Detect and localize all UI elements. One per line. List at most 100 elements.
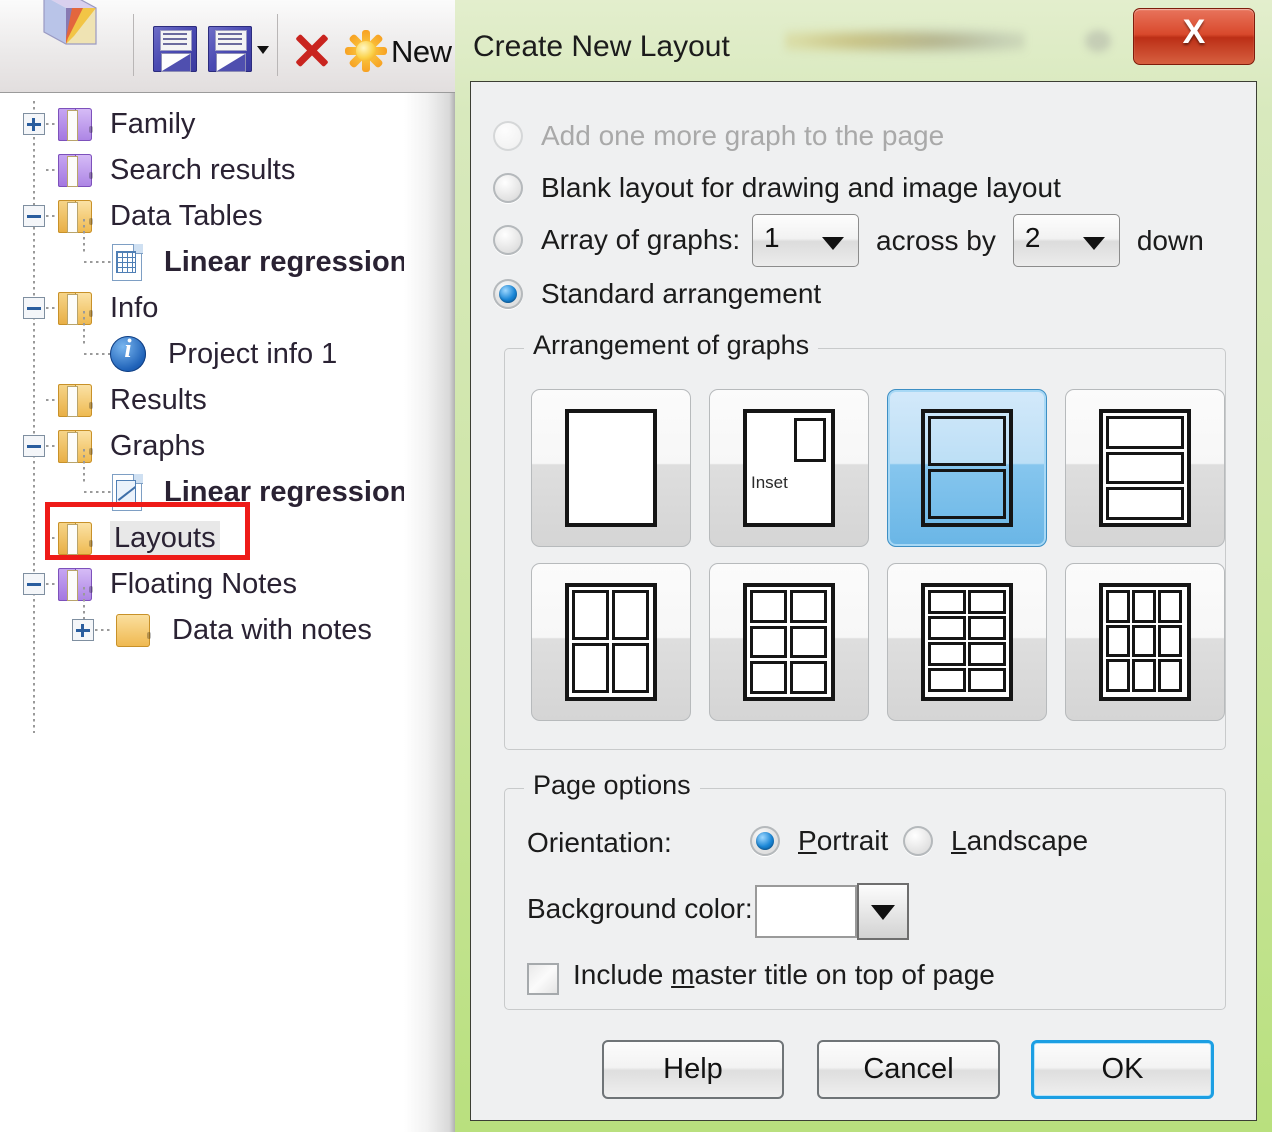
tree-item-label: Data Tables <box>110 199 263 232</box>
down-dropdown[interactable]: 2 <box>1012 214 1120 267</box>
thumb-three-by-three[interactable] <box>1065 563 1225 721</box>
orientation-portrait[interactable]: Portrait <box>750 825 888 857</box>
tree-item-data-with-notes[interactable]: Data with notes <box>0 587 440 653</box>
folder-yellow-icon <box>58 290 96 326</box>
tree-item-results[interactable]: Results <box>0 377 440 423</box>
save-floppy-icon <box>153 26 197 72</box>
tree-item-search-results[interactable]: Search results <box>0 147 440 193</box>
tree-item-label: Linear regression <box>164 475 408 508</box>
thumb-preview <box>565 409 657 527</box>
tree-dash <box>95 629 113 631</box>
background-color-dropdown-button[interactable] <box>857 883 909 940</box>
help-button[interactable]: Help <box>602 1040 784 1099</box>
tree-item-label: Info <box>110 291 159 324</box>
tree-item-label: Layouts <box>110 520 220 556</box>
tree-item-project-info-1[interactable]: Project info 1 <box>0 311 440 377</box>
cancel-button-label: Cancel <box>863 1053 954 1085</box>
tree-item-linear-regression-graph[interactable]: Linear regression <box>0 449 440 515</box>
graph-icon <box>110 473 144 511</box>
thumb-preview <box>921 583 1013 701</box>
new-button[interactable]: New <box>345 10 460 72</box>
thumb-four-by-two[interactable] <box>887 563 1047 721</box>
tree-item-info[interactable]: Info <box>0 285 440 331</box>
master-title-checkbox[interactable] <box>527 963 559 995</box>
tree-guide-line <box>83 311 85 345</box>
expand-plus-icon[interactable] <box>23 113 45 135</box>
create-new-layout-dialog: Create New Layout X Add one more graph t… <box>455 0 1272 1132</box>
radio-blank-layout[interactable] <box>493 173 523 203</box>
radio-standard-arrangement[interactable] <box>493 279 523 309</box>
delete-button[interactable] <box>290 10 340 72</box>
option-label: Standard arrangement <box>541 278 822 309</box>
save-button[interactable] <box>150 10 200 72</box>
prism-cube-svg <box>43 0 97 45</box>
thumb-three-by-two[interactable] <box>709 563 869 721</box>
toolbar-separator-2 <box>277 14 278 76</box>
arrangement-caption: Arrangement of graphs <box>524 330 819 361</box>
collapse-minus-icon[interactable] <box>23 573 45 595</box>
ok-button-label: OK <box>1101 1053 1144 1085</box>
blurred-window-icon <box>1085 30 1111 52</box>
tree-item-label: Project info 1 <box>168 337 338 370</box>
option-add-one-more-graph[interactable]: Add one more graph to the page <box>493 120 944 152</box>
across-by-label: across by <box>876 224 996 256</box>
chevron-down-icon[interactable] <box>257 46 269 54</box>
close-button[interactable]: X <box>1133 8 1255 65</box>
tree-item-graphs[interactable]: Graphs <box>0 423 440 469</box>
background-color-swatch[interactable] <box>755 885 857 938</box>
tree-guide-line <box>83 449 85 483</box>
new-button-label: New <box>391 34 452 69</box>
help-button-label: Help <box>663 1053 723 1085</box>
inset-label: Inset <box>751 473 788 492</box>
radio-array-of-graphs[interactable] <box>493 225 523 255</box>
tree-item-data-tables[interactable]: Data Tables <box>0 193 440 239</box>
portrait-label: ortrait <box>816 825 889 856</box>
thumb-preview: Inset <box>743 409 835 527</box>
tree-dash <box>84 353 112 355</box>
folder-plain-icon <box>116 612 154 648</box>
radio-add-one-more-graph[interactable] <box>493 121 523 151</box>
thumb-single-graph[interactable] <box>531 389 691 547</box>
blurred-window-text <box>785 24 1025 58</box>
tree-item-label: Family <box>110 107 196 140</box>
orientation-label: Orientation: <box>527 827 672 858</box>
orientation-landscape[interactable]: Landscape <box>903 825 1088 857</box>
collapse-minus-icon[interactable] <box>23 435 45 457</box>
thumb-graph-with-inset[interactable]: Inset <box>709 389 869 547</box>
folder-yellow-icon <box>58 520 96 556</box>
tree-item-label: Results <box>110 383 207 416</box>
toolbar: New <box>0 0 462 93</box>
option-array-of-graphs[interactable]: Array of graphs: <box>493 224 740 256</box>
thumb-three-rows[interactable] <box>1065 389 1225 547</box>
tree-item-floating-notes[interactable]: Floating Notes <box>0 561 440 607</box>
save-as-button[interactable] <box>205 10 275 72</box>
tree-item-family[interactable]: Family <box>0 101 440 147</box>
tree-guide-line <box>83 587 85 621</box>
thumb-preview <box>743 583 835 701</box>
thumb-preview <box>565 583 657 701</box>
radio-landscape[interactable] <box>903 826 933 856</box>
project-tree[interactable]: Family Search results Data Tables Linear… <box>0 93 440 1132</box>
tree-item-layouts[interactable]: Layouts <box>0 515 440 561</box>
thumb-two-by-two[interactable] <box>531 563 691 721</box>
expand-plus-icon[interactable] <box>72 619 94 641</box>
folder-yellow-icon <box>58 428 96 464</box>
collapse-minus-icon[interactable] <box>23 297 45 319</box>
dialog-title: Create New Layout <box>473 30 730 63</box>
tree-item-label: Graphs <box>110 429 206 462</box>
background-color-label: Background color: <box>527 893 753 924</box>
tree-item-linear-regression-table[interactable]: Linear regression <box>0 219 440 285</box>
option-blank-layout[interactable]: Blank layout for drawing and image layou… <box>493 172 1061 204</box>
arrangement-group: Arrangement of graphs Inset <box>504 330 1226 750</box>
tree-dash <box>84 491 112 493</box>
ok-button[interactable]: OK <box>1031 1040 1214 1099</box>
thumb-two-rows[interactable] <box>887 389 1047 547</box>
cancel-button[interactable]: Cancel <box>817 1040 1000 1099</box>
data-table-icon <box>110 243 144 281</box>
option-standard-arrangement[interactable]: Standard arrangement <box>493 278 821 310</box>
radio-portrait[interactable] <box>750 826 780 856</box>
collapse-minus-icon[interactable] <box>23 205 45 227</box>
across-dropdown[interactable]: 1 <box>752 214 859 267</box>
thumb-preview <box>1099 409 1191 527</box>
array-size-row: 1 across by 2 down <box>752 214 1204 267</box>
